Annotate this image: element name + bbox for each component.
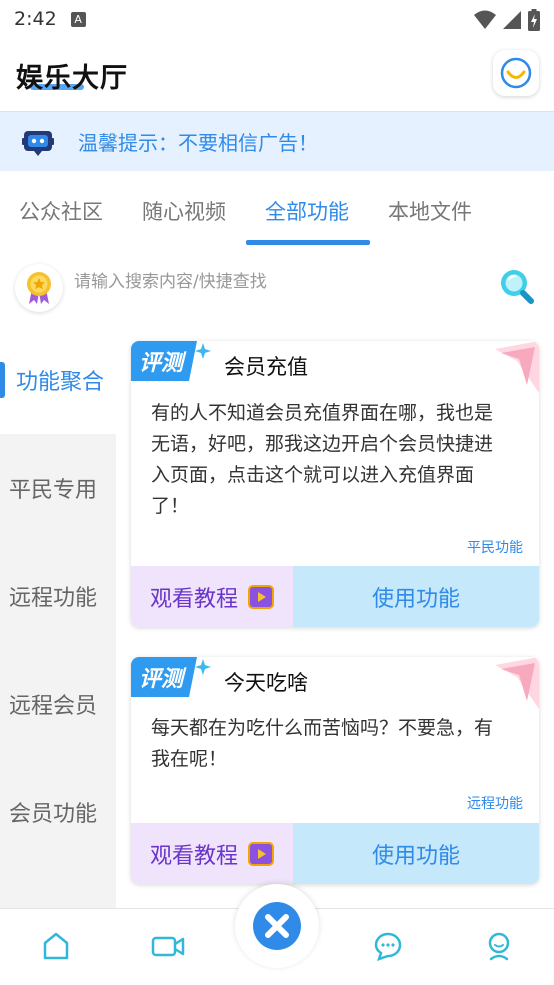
- app-header: 娱乐大厅: [0, 38, 554, 110]
- battery-icon: [528, 9, 540, 31]
- sidebar-item-civilian[interactable]: 平民专用: [0, 434, 116, 542]
- card-description-line: 了！: [151, 495, 190, 517]
- search-input[interactable]: [74, 272, 474, 292]
- tab-indicator: [246, 240, 370, 245]
- tab-videos[interactable]: 随心视频: [142, 196, 226, 226]
- watch-tutorial-button[interactable]: 观看教程: [131, 566, 293, 627]
- review-badge: 评测: [131, 341, 211, 381]
- watch-tutorial-label: 观看教程: [149, 843, 238, 869]
- smile-icon: [500, 57, 532, 89]
- use-feature-button[interactable]: 使用功能: [293, 566, 539, 627]
- card-description-line: 我在呢！: [151, 748, 228, 770]
- corner-decoration: [495, 341, 539, 393]
- sidebar-item-feature-hub[interactable]: 功能聚合: [0, 326, 116, 434]
- card-description-line: 入页面，点击这个就可以进入充值界面: [151, 464, 475, 486]
- wifi-icon: [474, 10, 496, 29]
- sidebar: 功能聚合 平民专用 远程功能 远程会员 会员功能: [0, 326, 116, 908]
- status-bar: 2:42 A: [0, 0, 554, 38]
- card-title: 会员充值: [224, 355, 308, 379]
- card-description-line: 每天都在为吃什么而苦恼吗？不要急，有: [151, 717, 494, 739]
- profile-icon[interactable]: [484, 931, 514, 961]
- tab-community[interactable]: 公众社区: [19, 196, 103, 226]
- robot-icon: [22, 130, 54, 156]
- card-description-line: 有的人不知道会员充值界面在哪，我也是: [151, 402, 494, 424]
- card-actions: 观看教程 使用功能: [131, 566, 539, 627]
- review-badge: 评测: [131, 657, 211, 697]
- card-tag: 远程功能: [467, 796, 523, 812]
- badge-text: 评测: [139, 667, 187, 692]
- medal-icon: [27, 272, 51, 304]
- feature-card: 评测 会员充值 有的人不知道会员充值界面在哪，我也是 无语，好吧，那我这边开启个…: [131, 341, 539, 627]
- card-description: 每天都在为吃什么而苦恼吗？不要急，有 我在呢！: [151, 713, 523, 775]
- home-icon[interactable]: [41, 931, 71, 961]
- sidebar-item-member-features[interactable]: 会员功能: [0, 758, 116, 866]
- sidebar-item-remote-member[interactable]: 远程会员: [0, 650, 116, 758]
- sidebar-item-label: 功能聚合: [16, 370, 105, 395]
- sidebar-item-label: 远程功能: [9, 586, 98, 611]
- card-title: 今天吃啥: [224, 671, 308, 695]
- close-button[interactable]: [235, 884, 319, 968]
- status-time: 2:42: [14, 8, 57, 30]
- sidebar-active-indicator: [0, 362, 5, 398]
- badge-text: 评测: [139, 351, 187, 376]
- medal-button[interactable]: [15, 264, 63, 312]
- feature-card: 评测 今天吃啥 每天都在为吃什么而苦恼吗？不要急，有 我在呢！ 远程功能 观看教…: [131, 657, 539, 884]
- avatar-button[interactable]: [493, 50, 539, 96]
- use-feature-button[interactable]: 使用功能: [293, 823, 539, 884]
- search-bar: [0, 258, 554, 314]
- tip-banner: 温馨提示：不要相信广告！: [0, 111, 554, 171]
- tip-text: 温馨提示：不要相信广告！: [78, 131, 318, 155]
- card-description: 有的人不知道会员充值界面在哪，我也是 无语，好吧，那我这边开启个会员快捷进 入页…: [151, 398, 523, 522]
- status-icons: [474, 9, 540, 31]
- close-icon: [253, 902, 301, 950]
- tab-all-features[interactable]: 全部功能: [265, 196, 349, 226]
- notification-icon: A: [70, 11, 86, 27]
- signal-icon: [503, 11, 521, 29]
- search-icon[interactable]: [496, 266, 536, 306]
- video-icon[interactable]: [151, 931, 185, 961]
- sidebar-item-remote-features[interactable]: 远程功能: [0, 542, 116, 650]
- play-icon: [248, 584, 274, 609]
- card-actions: 观看教程 使用功能: [131, 823, 539, 884]
- sidebar-item-label: 会员功能: [9, 802, 98, 827]
- sidebar-item-label: 远程会员: [9, 694, 98, 719]
- play-icon: [248, 841, 274, 866]
- corner-decoration: [495, 657, 539, 709]
- card-description-line: 无语，好吧，那我这边开启个会员快捷进: [151, 433, 494, 455]
- page-title: 娱乐大厅: [16, 63, 128, 94]
- tab-bar: 公众社区 随心视频 全部功能 本地文件: [0, 180, 554, 246]
- sidebar-item-label: 平民专用: [9, 478, 98, 503]
- tab-local-files[interactable]: 本地文件: [388, 196, 472, 226]
- watch-tutorial-button[interactable]: 观看教程: [131, 823, 293, 884]
- watch-tutorial-label: 观看教程: [149, 586, 238, 612]
- card-tag: 平民功能: [467, 540, 523, 556]
- chat-icon[interactable]: [373, 931, 403, 961]
